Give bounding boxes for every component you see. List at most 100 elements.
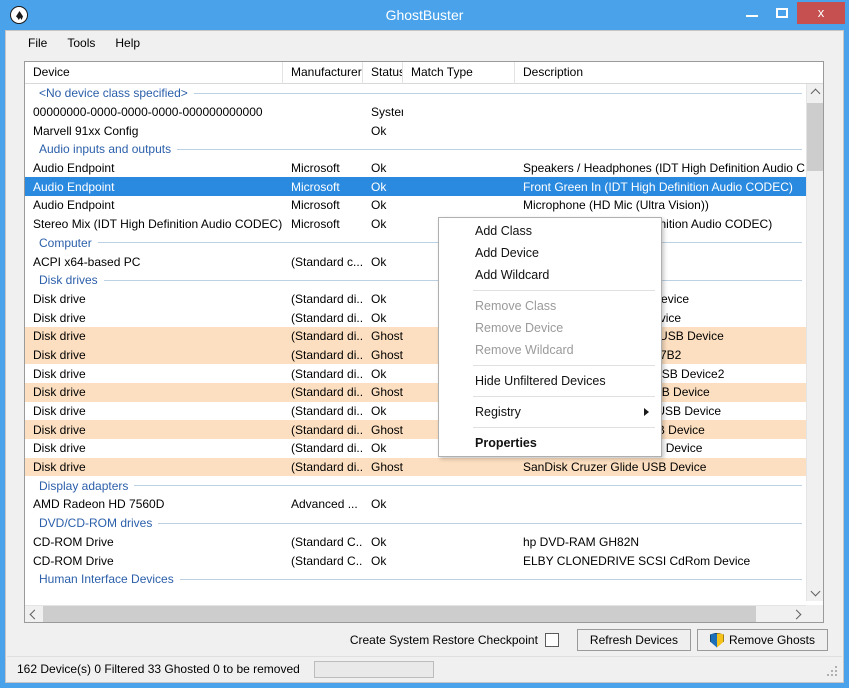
cell-status: Ok — [371, 366, 387, 381]
horizontal-scroll-thumb[interactable] — [43, 606, 756, 622]
uac-shield-icon — [709, 632, 724, 648]
table-row[interactable]: Disk drive(Standard di...OkGeneric- SD/M… — [25, 290, 806, 309]
cell-status: Ok — [371, 553, 387, 568]
table-row[interactable]: Disk drive(Standard di...GhostedKingston… — [25, 345, 806, 365]
cell-manu: (Standard di... — [291, 385, 363, 400]
cell-device: 00000000-0000-0000-0000-000000000000 — [33, 105, 263, 120]
progress-bar — [313, 660, 434, 678]
cell-status: Ok — [371, 291, 387, 306]
cell-desc: SanDisk Cruzer Glide USB Device — [523, 460, 707, 475]
status-text: 162 Device(s) 0 Filtered 33 Ghosted 0 to… — [17, 662, 300, 676]
chevron-right-icon — [791, 609, 802, 620]
cell-desc: ELBY CLONEDRIVE SCSI CdRom Device — [523, 553, 751, 568]
table-row[interactable]: Stereo Mix (IDT High Definition Audio CO… — [25, 215, 806, 234]
column-header-manufacturer[interactable]: Manufacturer — [283, 62, 363, 84]
list-group-label: Human Interface Devices — [39, 572, 174, 587]
vertical-scrollbar[interactable] — [806, 84, 823, 601]
list-group-header[interactable]: Disk drives — [25, 271, 806, 290]
context-menu-item-properties[interactable]: Properties — [439, 432, 661, 454]
table-row[interactable]: CD-ROM Drive (Standard C... Ok ELBY CLONEDR… — [25, 551, 806, 570]
cell-device: Disk drive — [33, 366, 86, 381]
cell-manu: (Standard di... — [291, 329, 363, 344]
column-header-status[interactable]: Status — [363, 62, 403, 84]
table-row[interactable]: Disk drive (Standard di... Ghosted SanDisk … — [25, 457, 806, 477]
context-menu-item-add-class[interactable]: Add Class — [439, 220, 661, 242]
cell-device: Disk drive — [33, 422, 86, 437]
context-menu-item-add-wildcard[interactable]: Add Wildcard — [439, 264, 661, 286]
close-icon: x — [817, 5, 825, 20]
table-row[interactable]: Disk drive(Standard di...OkGeneric- Comp… — [25, 402, 806, 421]
group-divider — [193, 92, 802, 94]
cell-device: Marvell 91xx Config — [33, 123, 139, 138]
context-menu-item-hide-unfiltered-devices[interactable]: Hide Unfiltered Devices — [439, 370, 661, 392]
minimize-button[interactable] — [737, 2, 767, 24]
scroll-left-button[interactable] — [25, 606, 42, 622]
scroll-up-button[interactable] — [807, 84, 823, 101]
resize-grip[interactable] — [827, 666, 839, 678]
table-row[interactable]: AMD Radeon HD 7560D Advanced ... Ok — [25, 495, 806, 514]
list-group-header[interactable]: Audio inputs and outputs — [25, 140, 806, 159]
table-row[interactable]: Disk drive(Standard di...GhostedGeneric-… — [25, 383, 806, 402]
restore-checkpoint-checkbox[interactable] — [544, 633, 559, 647]
table-row[interactable]: CD-ROM Drive (Standard C... Ok hp DVD-RAM G… — [25, 533, 806, 552]
group-divider — [134, 485, 802, 487]
table-row[interactable]: Disk drive(Standard di...OkWD My Passpor… — [25, 308, 806, 327]
cell-manu: (Standard di... — [291, 347, 363, 362]
table-row[interactable]: Disk drive(Standard di...OkGeneric- MS/M… — [25, 439, 806, 458]
menu-tools[interactable]: Tools — [57, 33, 105, 53]
vertical-scroll-thumb[interactable] — [807, 103, 823, 171]
menu-separator — [473, 396, 655, 397]
column-header-device[interactable]: Device — [25, 62, 283, 84]
cell-device: Disk drive — [33, 385, 86, 400]
table-row[interactable]: Audio Endpoint Microsoft Ok Microphone (HD … — [25, 196, 806, 215]
list-group-header[interactable]: <No device class specified> — [25, 84, 806, 103]
cell-status: Ok — [371, 441, 387, 456]
cell-status: Ghosted — [371, 329, 403, 344]
cell-device: Disk drive — [33, 310, 86, 325]
table-row[interactable]: Disk drive(Standard di...GhostedGeneric … — [25, 326, 806, 346]
cell-manu: (Standard di... — [291, 404, 363, 419]
cell-device: Disk drive — [33, 441, 86, 456]
context-menu-item-registry[interactable]: Registry — [439, 401, 661, 423]
group-divider — [158, 522, 802, 524]
list-group-header[interactable]: Computer — [25, 234, 806, 253]
table-row[interactable]: Marvell 91xx Config Ok — [25, 121, 806, 140]
cell-status: Ok — [371, 404, 387, 419]
list-group-header[interactable]: DVD/CD-ROM drives — [25, 514, 806, 533]
context-menu-item-remove-wildcard: Remove Wildcard — [475, 343, 574, 357]
device-list[interactable]: Device Manufacturer Status Match Type De… — [24, 61, 824, 623]
table-row[interactable]: Audio Endpoint Microsoft Ok Speakers / Head… — [25, 159, 806, 178]
table-row[interactable]: Disk drive(Standard di...GhostedIC25N080… — [25, 420, 806, 440]
cell-manu: Microsoft — [291, 198, 340, 213]
menu-separator — [473, 427, 655, 428]
menu-file[interactable]: File — [18, 33, 57, 53]
submenu-arrow-icon — [644, 408, 649, 416]
chevron-down-icon — [810, 586, 821, 597]
chevron-left-icon — [29, 609, 40, 620]
table-row[interactable]: ACPI x64-based PC (Standard c... Ok — [25, 252, 806, 271]
scroll-right-button[interactable] — [789, 606, 806, 622]
table-row[interactable]: 00000000-0000-0000-0000-000000000000 Syst… — [25, 103, 806, 122]
close-button[interactable]: x — [797, 2, 845, 24]
horizontal-scrollbar[interactable] — [25, 605, 806, 622]
list-group-header[interactable]: Display adapters — [25, 476, 806, 495]
context-menu[interactable]: Add Class Add Device Add Wildcard Remove Cl… — [438, 217, 662, 457]
column-header-match-type[interactable]: Match Type — [403, 62, 515, 84]
list-group-header[interactable]: Human Interface Devices — [25, 570, 806, 589]
table-row[interactable]: Audio Endpoint Microsoft Ok Front Green In … — [25, 177, 806, 197]
chevron-up-icon — [810, 88, 821, 99]
context-menu-item-add-device[interactable]: Add Device — [439, 242, 661, 264]
cell-desc: hp DVD-RAM GH82N — [523, 534, 640, 549]
scroll-down-button[interactable] — [807, 584, 823, 601]
cell-status: Ghosted — [371, 460, 403, 475]
refresh-devices-label: Refresh Devices — [589, 633, 678, 647]
window-controls: x — [737, 2, 845, 28]
table-row[interactable]: Disk drive(Standard di...OkGeneric- SM/x… — [25, 364, 806, 383]
remove-ghosts-button[interactable]: Remove Ghosts — [696, 629, 828, 651]
column-header-description[interactable]: Description — [515, 62, 805, 84]
cell-device: Disk drive — [33, 347, 86, 362]
menu-help[interactable]: Help — [105, 33, 150, 53]
refresh-devices-button[interactable]: Refresh Devices — [576, 629, 691, 651]
cell-manu: Microsoft — [291, 161, 340, 176]
maximize-button[interactable] — [767, 2, 797, 24]
